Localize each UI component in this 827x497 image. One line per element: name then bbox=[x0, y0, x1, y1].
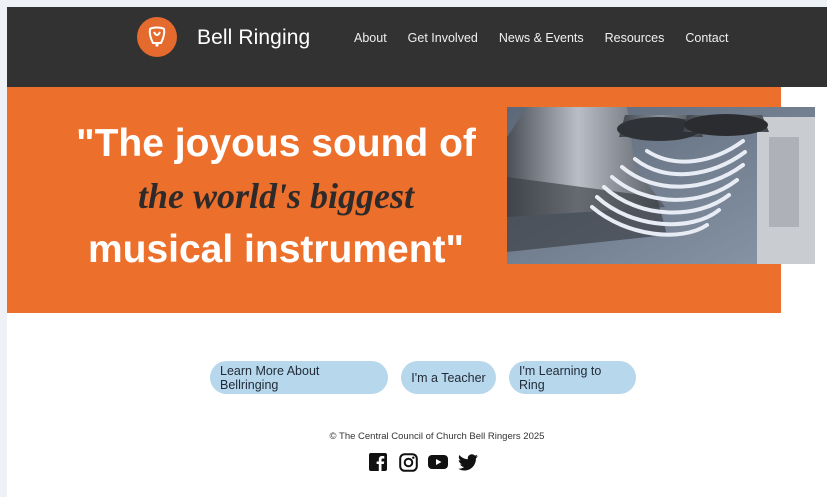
main-nav: About Get Involved News & Events Resourc… bbox=[354, 31, 749, 45]
hero-quote-line2: the world's biggest bbox=[137, 176, 415, 216]
instagram-icon[interactable] bbox=[398, 452, 418, 472]
nav-about[interactable]: About bbox=[354, 31, 387, 45]
copyright-text: © The Central Council of Church Bell Rin… bbox=[329, 431, 545, 442]
nav-resources[interactable]: Resources bbox=[605, 31, 665, 45]
social-links bbox=[368, 452, 478, 472]
learn-more-button[interactable]: Learn More About Bellringing bbox=[210, 361, 388, 394]
top-navbar: Bell Ringing About Get Involved News & E… bbox=[7, 7, 827, 87]
cta-button-row: Learn More About Bellringing I'm a Teach… bbox=[210, 361, 649, 394]
twitter-icon[interactable] bbox=[458, 452, 478, 472]
nav-contact[interactable]: Contact bbox=[685, 31, 728, 45]
bells-photo bbox=[507, 107, 815, 264]
hero-quote-line3: musical instrument" bbox=[87, 228, 465, 271]
hero-banner: "The joyous sound of the world's biggest… bbox=[7, 87, 815, 313]
nav-news-events[interactable]: News & Events bbox=[499, 31, 584, 45]
nav-get-involved[interactable]: Get Involved bbox=[408, 31, 478, 45]
teacher-button[interactable]: I'm a Teacher bbox=[401, 361, 496, 394]
learning-to-ring-button[interactable]: I'm Learning to Ring bbox=[509, 361, 636, 394]
youtube-icon[interactable] bbox=[428, 452, 448, 472]
bell-logo-icon[interactable] bbox=[137, 17, 177, 57]
hero-quote-line1: "The joyous sound of bbox=[76, 122, 476, 165]
site-title[interactable]: Bell Ringing bbox=[197, 26, 310, 50]
page: Bell Ringing About Get Involved News & E… bbox=[7, 7, 827, 497]
facebook-icon[interactable] bbox=[368, 452, 388, 472]
